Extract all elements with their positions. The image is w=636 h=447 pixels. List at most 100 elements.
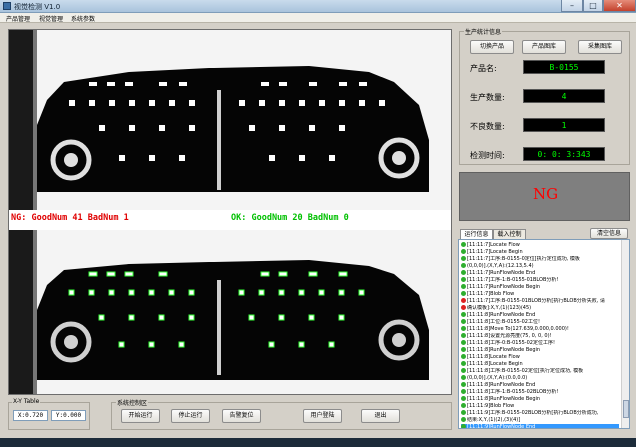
inspection-result-text: NG bbox=[532, 185, 559, 203]
log-entry-text: [11:11:8]设置光源亮度(75, 0, 0, 0)! bbox=[467, 333, 552, 339]
ok-status-icon bbox=[461, 382, 466, 387]
log-entry[interactable]: [11:11:7]Blob Flow bbox=[461, 291, 619, 298]
log-entry-text: 结果:X,Y,(1)(2),(3)(4)] bbox=[467, 417, 521, 423]
system-control-title: 系统控制区 bbox=[116, 398, 149, 407]
ok-status-icon bbox=[461, 417, 466, 422]
log-entry[interactable]: [11:11:7]工序-1:B-0155-01BLOB分析! bbox=[461, 277, 619, 284]
log-entry[interactable]: [11:11:9]RunFlowNode End bbox=[461, 424, 619, 429]
log-entry-text: (0,0,0)].(X,Y,A):(0.0,0.0) bbox=[467, 375, 528, 381]
log-entry[interactable]: [11:11:7]Locate Flow bbox=[461, 242, 619, 249]
ok-status-icon bbox=[461, 326, 466, 331]
ok-status-icon bbox=[461, 396, 466, 401]
product-gallery-button[interactable]: 产品图库 bbox=[522, 40, 566, 54]
ok-status-icon bbox=[461, 333, 466, 338]
ok-status-icon bbox=[461, 403, 466, 408]
error-status-icon bbox=[461, 305, 466, 310]
log-scroll-thumb[interactable] bbox=[623, 400, 629, 418]
production-count-value: 4 bbox=[523, 89, 605, 103]
log-entry-text: [11:11:7]工序:B-0155-0定位[执行定位成功, 模板 bbox=[467, 256, 580, 262]
log-entry-text: [11:11:8]RunFlowNode End bbox=[467, 382, 536, 388]
exit-button[interactable]: 退出 bbox=[361, 409, 400, 423]
window-title: 视觉检测 V1.0 bbox=[14, 3, 61, 11]
y-coordinate-display: Y:0.000 bbox=[51, 410, 86, 421]
log-entry-text: [11:11:8]RunFlowNode End bbox=[467, 312, 536, 318]
log-entry[interactable]: [11:11:8]Locate Flow bbox=[461, 354, 619, 361]
error-status-icon bbox=[461, 298, 466, 303]
log-entry-text: 确认模板]:X,Y,(1)(123)(45) bbox=[467, 305, 532, 311]
log-entry[interactable]: [11:11:8]工序-0:B-0155-02定位工序! bbox=[461, 340, 619, 347]
log-entry[interactable]: [11:11:7]RunFlowNode End bbox=[461, 270, 619, 277]
capture-gallery-button[interactable]: 采集图库 bbox=[578, 40, 622, 54]
defect-count-value: 1 bbox=[523, 118, 605, 132]
log-entry[interactable]: [11:11:8]RunFlowNode End bbox=[461, 312, 619, 319]
log-entry-text: [11:11:9]RunFlowNode End bbox=[467, 424, 536, 429]
ok-status-icon bbox=[461, 312, 466, 317]
maximize-button[interactable]: □ bbox=[583, 0, 603, 12]
app-icon bbox=[3, 2, 11, 10]
menu-product-manage[interactable]: 产品管理 bbox=[6, 14, 30, 23]
log-entry[interactable]: [11:11:7]Locate Begin bbox=[461, 249, 619, 256]
inspection-time-value: 0: 0: 3:343 bbox=[523, 147, 605, 161]
log-entry[interactable]: [11:11:7]工序:B-0155-01BLOB分析[执行BLOB分析失败, … bbox=[461, 298, 619, 305]
inspection-time-label: 检测时间: bbox=[470, 151, 505, 160]
alarm-reset-button[interactable]: 告警复位 bbox=[222, 409, 261, 423]
inspection-summary-bar: NG: GoodNum 41 BadNum 1 OK: GoodNum 20 B… bbox=[9, 210, 451, 230]
log-entry[interactable]: [11:11:9]Blob Flow bbox=[461, 403, 619, 410]
ok-status-icon bbox=[461, 424, 466, 428]
log-entry[interactable]: 确认模板]:X,Y,(1)(123)(45) bbox=[461, 305, 619, 312]
ok-status-icon bbox=[461, 354, 466, 359]
log-entry[interactable]: [11:11:7]工序:B-0155-0定位[执行定位成功, 模板 bbox=[461, 256, 619, 263]
clear-log-button[interactable]: 清空信息 bbox=[590, 228, 628, 239]
ok-status-icon bbox=[461, 410, 466, 415]
switch-product-button[interactable]: 切换产品 bbox=[470, 40, 514, 54]
log-entry[interactable]: [11:11:9]工序:B-0155-02BLOB分析[执行BLOB分析成功, bbox=[461, 410, 619, 417]
system-control-group bbox=[111, 402, 452, 430]
user-login-button[interactable]: 用户登陆 bbox=[303, 409, 342, 423]
ok-status-icon bbox=[461, 291, 466, 296]
log-entry[interactable]: [11:11:8]Locate Begin bbox=[461, 361, 619, 368]
log-entry[interactable]: [11:11:8]RunFlowNode Begin bbox=[461, 396, 619, 403]
log-entry[interactable]: [11:11:8]工序-1:B-0155-02BLOB分析! bbox=[461, 389, 619, 396]
ok-status-icon bbox=[461, 319, 466, 324]
menu-system-params[interactable]: 系统参数 bbox=[71, 14, 95, 23]
ok-status-icon bbox=[461, 375, 466, 380]
production-stats-title: 生产统计信息 bbox=[464, 27, 503, 36]
log-entry-text: [11:11:7]Locate Begin bbox=[467, 249, 523, 255]
start-run-button[interactable]: 开始运行 bbox=[121, 409, 160, 423]
camera-display: NG: GoodNum 41 BadNum 1 OK: GoodNum 20 B… bbox=[8, 29, 452, 395]
log-entry[interactable]: [11:11:8]Move To(127.639,0.000,0.000)! bbox=[461, 326, 619, 333]
product-name-value: B-0155 bbox=[523, 60, 605, 74]
log-entry-text: [11:11:7]Blob Flow bbox=[467, 291, 515, 297]
log-entry[interactable]: [11:11:8]工位:B-0155-02工位! bbox=[461, 319, 619, 326]
menu-vision-manage[interactable]: 视觉管理 bbox=[39, 14, 63, 23]
minimize-button[interactable]: – bbox=[561, 0, 583, 12]
run-log-list[interactable]: [11:11:7]Locate Flow [11:11:7]Locate Begi… bbox=[458, 239, 630, 429]
stop-run-button[interactable]: 停止运行 bbox=[171, 409, 210, 423]
log-entry[interactable]: 结果:X,Y,(1)(2),(3)(4)] bbox=[461, 417, 619, 424]
log-scrollbar[interactable] bbox=[621, 240, 629, 428]
log-entry[interactable]: (0,0,0)].(X,Y,A):(12.13,5.4) bbox=[461, 263, 619, 270]
log-entry-text: [11:11:7]RunFlowNode Begin bbox=[467, 284, 541, 290]
log-entry-text: [11:11:8]工序-0:B-0155-02定位工序! bbox=[467, 340, 555, 346]
log-entry[interactable]: [11:11:8]RunFlowNode Begin bbox=[461, 347, 619, 354]
log-entry-text: [11:11:8]Locate Begin bbox=[467, 361, 523, 367]
log-entry-text: [11:11:8]工序:B-0155-02定位[执行定位成功, 模板 bbox=[467, 368, 584, 374]
log-entry[interactable]: [11:11:8]RunFlowNode End bbox=[461, 382, 619, 389]
ok-status-icon bbox=[461, 284, 466, 289]
log-entry[interactable]: [11:11:8]工序:B-0155-02定位[执行定位成功, 模板 bbox=[461, 368, 619, 375]
product-name-label: 产品名: bbox=[470, 64, 497, 73]
log-entry-text: [11:11:8]RunFlowNode Begin bbox=[467, 396, 541, 402]
close-button[interactable]: ✕ bbox=[603, 0, 636, 12]
ok-status-icon bbox=[461, 277, 466, 282]
log-entry-text: [11:11:7]Locate Flow bbox=[467, 242, 520, 248]
log-entry[interactable]: [11:11:7]RunFlowNode Begin bbox=[461, 284, 619, 291]
ok-status-icon bbox=[461, 368, 466, 373]
log-entry-text: [11:11:7]RunFlowNode End bbox=[467, 270, 536, 276]
log-entry-text: [11:11:8]RunFlowNode Begin bbox=[467, 347, 541, 353]
log-entry-text: [11:11:8]Move To(127.639,0.000,0.000)! bbox=[467, 326, 569, 332]
log-entry-text: [11:11:9]Blob Flow bbox=[467, 403, 515, 409]
camera-view-top bbox=[9, 30, 451, 210]
log-entry[interactable]: [11:11:8]设置光源亮度(75, 0, 0, 0)! bbox=[461, 333, 619, 340]
ok-summary-text: OK: GoodNum 20 BadNum 0 bbox=[231, 213, 349, 223]
log-entry[interactable]: (0,0,0)].(X,Y,A):(0.0,0.0) bbox=[461, 375, 619, 382]
